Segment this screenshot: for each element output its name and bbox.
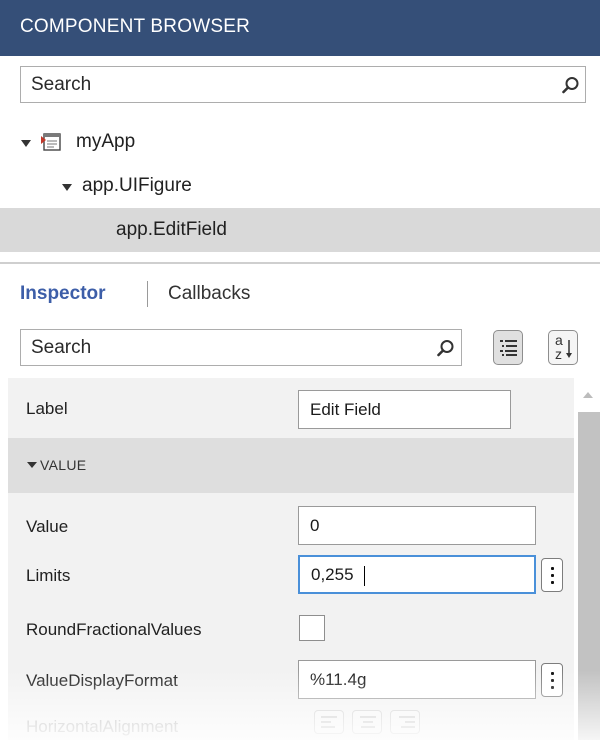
list-grouped-icon: [500, 340, 517, 356]
down-arrow-icon: [566, 340, 572, 358]
inspector-search-input[interactable]: [21, 330, 461, 365]
property-label-value: Value: [26, 517, 69, 536]
limits-field[interactable]: [298, 555, 536, 594]
section-header-value[interactable]: VALUE: [8, 438, 574, 493]
tree-item-myapp[interactable]: myApp: [0, 120, 600, 164]
tree-item-editfield[interactable]: app.EditField: [0, 208, 600, 252]
tab-inspector[interactable]: Inspector: [20, 283, 106, 305]
align-right-button[interactable]: [390, 710, 420, 734]
component-browser-header: COMPONENT BROWSER: [0, 0, 600, 56]
section-title: VALUE: [40, 457, 87, 473]
property-label-valuedisplayformat: ValueDisplayFormat: [26, 671, 178, 690]
expand-triangle-icon[interactable]: [21, 140, 31, 147]
search-icon[interactable]: [562, 76, 580, 94]
align-center-icon: [360, 716, 376, 728]
property-label-horizontalalignment: HorizontalAlignment: [26, 717, 179, 736]
label-field[interactable]: [298, 390, 511, 429]
align-center-button[interactable]: [352, 710, 382, 734]
panel-divider: [0, 262, 600, 264]
property-label-roundfractionalvalues: RoundFractionalValues: [26, 620, 202, 639]
tree-item-label: myApp: [76, 131, 136, 152]
align-right-icon: [399, 716, 415, 728]
alphabetical-sort-button[interactable]: a z: [548, 330, 578, 365]
property-grid: Label VALUE Value Limits RoundFractional…: [8, 378, 574, 740]
component-search-box[interactable]: [20, 66, 586, 103]
collapse-triangle-icon[interactable]: [27, 462, 37, 468]
component-search-input[interactable]: [21, 67, 585, 102]
display-format-more-button[interactable]: [541, 663, 563, 697]
tree-item-uifigure[interactable]: app.UIFigure: [0, 164, 600, 208]
property-label-label: Label: [26, 399, 68, 418]
group-view-button[interactable]: [493, 330, 523, 365]
sort-az-icon-bottom: z: [555, 346, 562, 362]
expand-triangle-icon[interactable]: [62, 184, 72, 191]
value-field[interactable]: [298, 506, 536, 545]
sort-az-icon: a: [555, 332, 563, 348]
tab-separator: [147, 281, 148, 307]
tree-item-label: app.UIFigure: [82, 175, 192, 196]
app-icon: [41, 133, 61, 151]
limits-more-button[interactable]: [541, 558, 563, 592]
text-caret: [364, 566, 365, 586]
search-icon[interactable]: [437, 339, 455, 357]
align-left-icon: [321, 716, 337, 728]
scroll-up-arrow-icon[interactable]: [583, 392, 593, 398]
property-label-limits: Limits: [26, 566, 71, 585]
display-format-field[interactable]: [298, 660, 536, 699]
tree-item-label: app.EditField: [116, 219, 227, 240]
round-fractional-checkbox[interactable]: [299, 615, 325, 641]
property-scrollbar-thumb[interactable]: [578, 412, 600, 740]
component-browser-title: COMPONENT BROWSER: [20, 16, 251, 37]
tab-callbacks[interactable]: Callbacks: [168, 283, 250, 305]
inspector-search-box[interactable]: [20, 329, 462, 366]
align-left-button[interactable]: [314, 710, 344, 734]
